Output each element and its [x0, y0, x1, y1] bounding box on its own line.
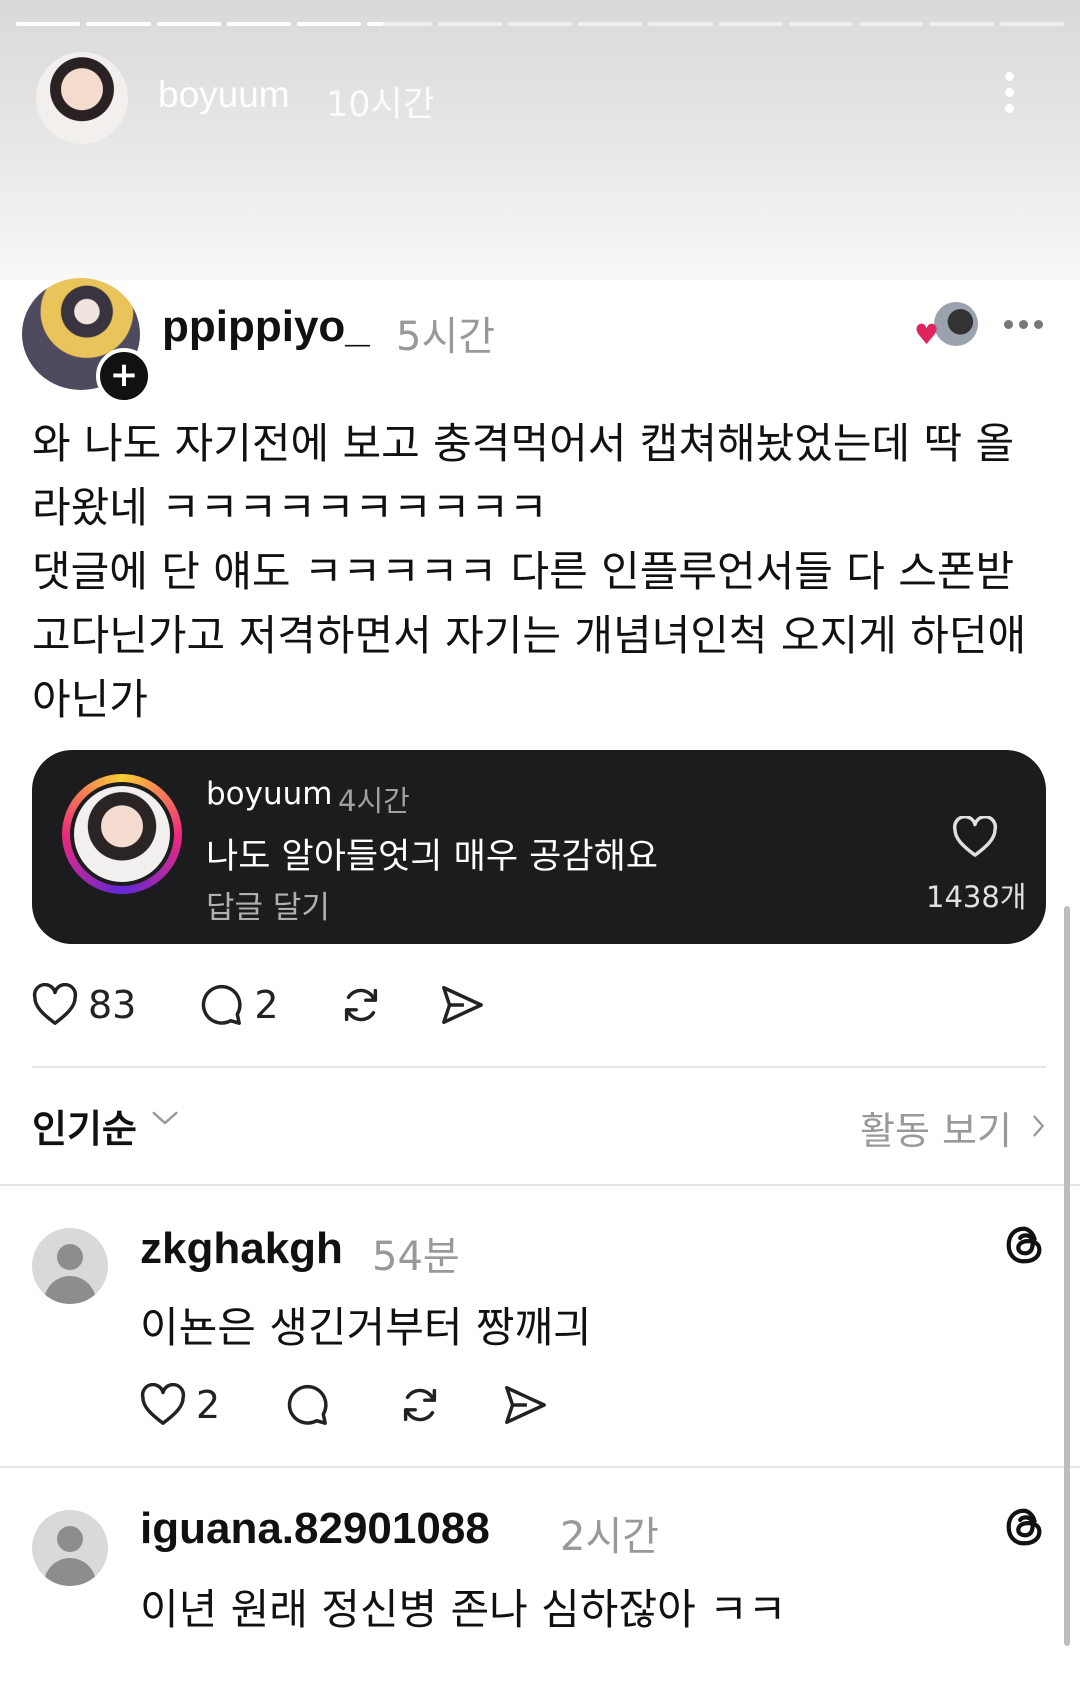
- progress-segment: [156, 22, 221, 26]
- story-progress-bar: [16, 22, 1064, 27]
- liker-avatar: [934, 302, 978, 346]
- repost-icon: [404, 1388, 437, 1422]
- post-username[interactable]: ppippiyo_: [162, 302, 370, 352]
- heart-icon[interactable]: [952, 816, 998, 858]
- reply-time: 54분: [372, 1234, 460, 1280]
- repost-icon: [344, 988, 377, 1022]
- post-time: 5시간: [396, 314, 496, 360]
- plus-icon[interactable]: +: [96, 348, 152, 404]
- like-count: 2: [196, 1383, 221, 1427]
- progress-segment: [437, 22, 502, 26]
- threads-icon[interactable]: [1002, 1222, 1048, 1268]
- heart-icon: ♥: [914, 318, 940, 351]
- share-button[interactable]: [439, 983, 485, 1027]
- progress-segment: [297, 22, 362, 26]
- quoted-text: 나도 알아들엇긔 매우 공감해요: [206, 837, 658, 877]
- repost-button[interactable]: [396, 1382, 444, 1428]
- quoted-username: boyuum: [206, 776, 333, 812]
- comment-button[interactable]: [284, 1382, 330, 1428]
- repost-button[interactable]: [337, 982, 385, 1028]
- story-username[interactable]: boyuum: [158, 74, 290, 116]
- share-icon: [505, 1386, 547, 1424]
- like-count: 83: [88, 983, 137, 1027]
- reply-link[interactable]: 답글 달기: [206, 882, 330, 927]
- more-icon[interactable]: [1004, 72, 1016, 118]
- reply-username[interactable]: zkghakgh: [140, 1224, 343, 1274]
- threads-icon[interactable]: [1002, 1504, 1048, 1550]
- quoted-comment-card[interactable]: boyuum 4시간 나도 알아들엇긔 매우 공감해요 답글 달기 1438개: [32, 750, 1046, 944]
- scrollbar[interactable]: [1064, 906, 1070, 1646]
- reply-time: 2시간: [560, 1514, 660, 1560]
- heart-icon: [140, 1383, 186, 1425]
- progress-segment: [578, 22, 643, 26]
- progress-segment-current: [367, 22, 432, 26]
- progress-segment: [86, 22, 151, 26]
- divider: [32, 1066, 1046, 1068]
- avatar[interactable]: [32, 1510, 108, 1586]
- post-body: 와 나도 자기전에 보고 충격먹어서 캡쳐해놨었는데 딱 올 라왔네 ㅋㅋㅋㅋㅋ…: [32, 419, 1027, 724]
- progress-segment: [999, 22, 1064, 26]
- quoted-time: 4시간: [338, 784, 410, 818]
- comment-icon: [287, 1384, 328, 1425]
- quoted-like-count: 1438개: [926, 880, 1027, 914]
- progress-segment: [788, 22, 854, 26]
- like-button[interactable]: 83: [32, 983, 136, 1027]
- more-icon[interactable]: [1004, 320, 1043, 329]
- chevron-right-icon[interactable]: [1030, 1112, 1046, 1140]
- progress-segment: [929, 22, 994, 26]
- story-header: boyuum 10시간: [0, 0, 1080, 280]
- progress-segment: [507, 22, 573, 26]
- share-icon: [441, 986, 483, 1024]
- heart-icon: [32, 983, 78, 1025]
- reply-actions: 2: [140, 1382, 548, 1428]
- progress-segment: [16, 22, 81, 26]
- chevron-down-icon[interactable]: [150, 1108, 180, 1128]
- quoted-avatar: [62, 774, 182, 894]
- progress-segment: [718, 22, 783, 26]
- reply-text: 이년 원래 정신병 존나 심하잖아 ㅋㅋ: [140, 1585, 787, 1634]
- comment-icon: [202, 984, 242, 1025]
- progress-segment: [859, 22, 924, 26]
- view-activity-link[interactable]: 활동 보기: [860, 1100, 1012, 1155]
- progress-segment: [226, 22, 292, 26]
- post-actions: 83 2: [32, 982, 485, 1028]
- progress-segment: [648, 22, 713, 26]
- reply-text: 이뇬은 생긴거부터 짱깨긔: [140, 1303, 592, 1352]
- divider: [0, 1184, 1080, 1186]
- like-button[interactable]: 2: [140, 1383, 220, 1427]
- sort-dropdown[interactable]: 인기순: [32, 1098, 137, 1153]
- avatar[interactable]: [32, 1228, 108, 1304]
- comment-count: 2: [254, 983, 279, 1027]
- story-avatar[interactable]: [36, 52, 128, 144]
- divider: [0, 1466, 1080, 1468]
- story-time: 10시간: [326, 85, 435, 125]
- share-button[interactable]: [502, 1383, 548, 1427]
- reply-username[interactable]: iguana.82901088: [140, 1504, 490, 1554]
- comment-button[interactable]: 2: [198, 982, 279, 1028]
